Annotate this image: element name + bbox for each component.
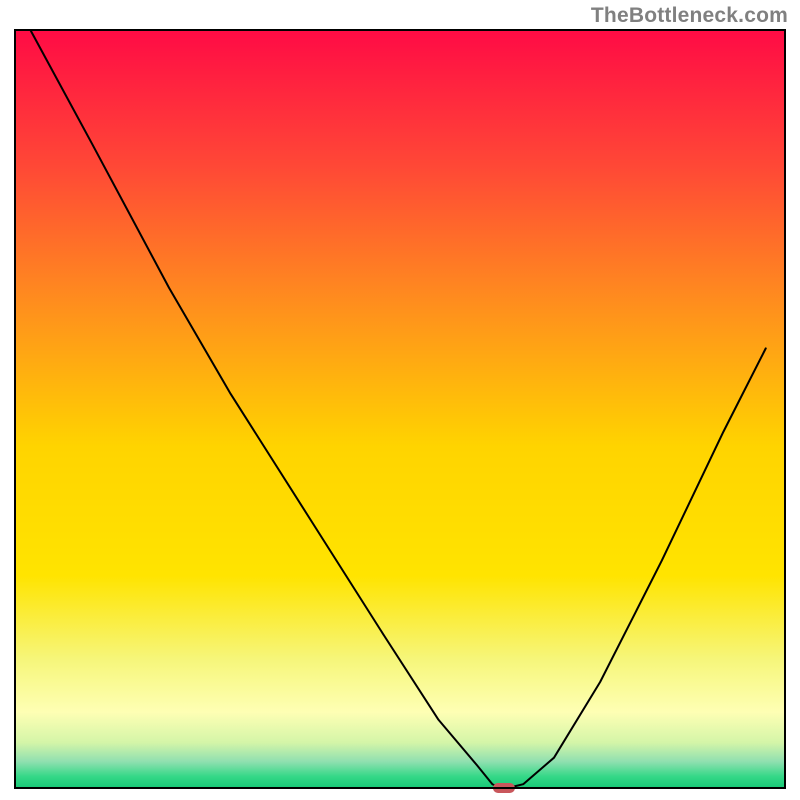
chart-container: TheBottleneck.com [0,0,800,800]
watermark-label: TheBottleneck.com [591,4,788,28]
chart-svg [0,0,800,800]
plot-background [15,30,785,788]
